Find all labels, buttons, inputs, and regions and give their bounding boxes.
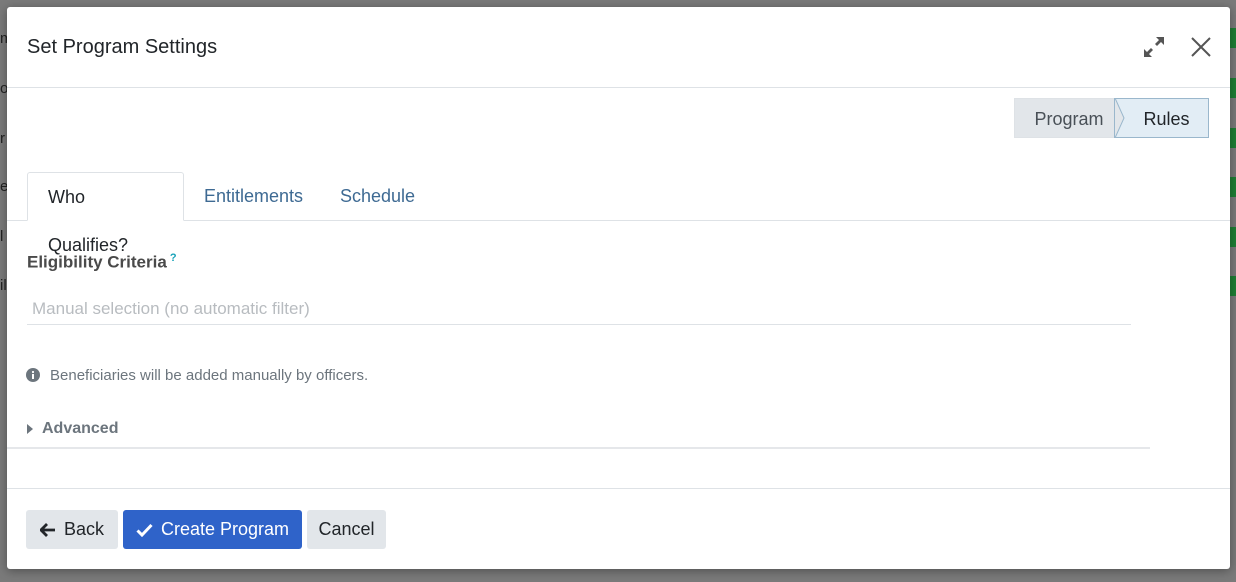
cancel-button[interactable]: Cancel (307, 510, 386, 549)
eligibility-label-text: Eligibility Criteria (27, 252, 167, 272)
modal-footer: Back Create Program Cancel (7, 488, 1230, 569)
help-icon[interactable]: ? (170, 252, 177, 264)
modal-title: Set Program Settings (27, 36, 218, 58)
caret-right-icon (27, 424, 33, 434)
settings-tabs: Who Qualifies? Entitlements Schedule (7, 172, 1230, 255)
eligibility-criteria-label: Eligibility Criteria? (27, 252, 177, 273)
close-icon[interactable] (1188, 34, 1214, 60)
step-chevron-icon (1115, 98, 1125, 138)
section-divider (7, 447, 1150, 449)
tab-entitlements[interactable]: Entitlements (184, 172, 323, 220)
step-rules-label: Rules (1143, 109, 1190, 129)
back-button[interactable]: Back (26, 510, 118, 549)
advanced-toggle[interactable]: Advanced (26, 420, 118, 438)
expand-icon[interactable] (1141, 34, 1167, 60)
advanced-label: Advanced (42, 420, 119, 437)
arrow-left-icon (39, 522, 55, 537)
eligibility-criteria-input[interactable] (27, 293, 1131, 325)
modal-header: Set Program Settings (7, 7, 1230, 88)
info-circle-icon (26, 368, 40, 382)
bg-row-text: l (0, 228, 4, 245)
info-message: Beneficiaries will be added manually by … (26, 365, 368, 385)
program-settings-modal: Set Program Settings Program Rules Who Q… (7, 7, 1230, 569)
tab-schedule[interactable]: Schedule (320, 172, 435, 220)
create-program-button[interactable]: Create Program (123, 510, 302, 549)
info-text: Beneficiaries will be added manually by … (50, 366, 369, 384)
check-icon (136, 523, 153, 537)
tab-who-qualifies[interactable]: Who Qualifies? (27, 172, 184, 255)
step-program-label: Program (1034, 109, 1104, 129)
bg-row-text: il (0, 277, 7, 294)
create-program-label: Create Program (160, 519, 290, 539)
step-program[interactable]: Program (1014, 98, 1124, 138)
back-label: Back (63, 519, 105, 539)
bg-row-text: r (0, 130, 5, 147)
